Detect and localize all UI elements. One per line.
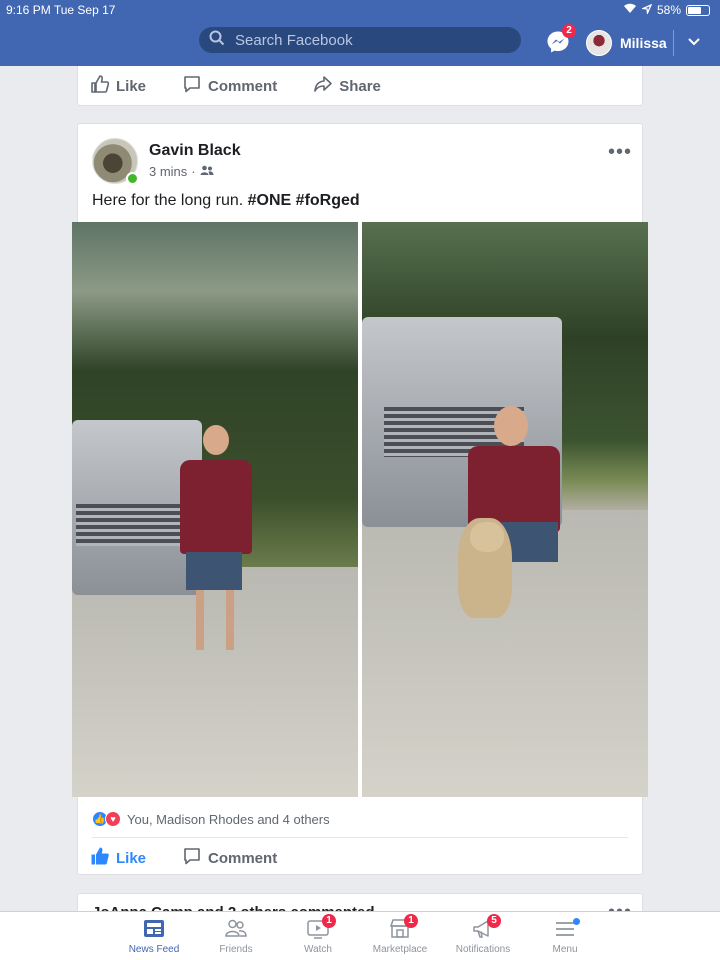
search-bar[interactable] [199, 27, 521, 53]
comment-button[interactable]: Comment [182, 846, 277, 870]
post-text-body: Here for the long run. [92, 192, 248, 209]
battery-percent: 58% [656, 3, 681, 17]
comment-label: Comment [208, 849, 278, 867]
like-icon [90, 74, 116, 98]
news-feed-icon [114, 916, 194, 942]
status-right: 58% [623, 3, 710, 17]
photo-right[interactable] [362, 222, 648, 797]
comment-button[interactable]: Comment [182, 74, 277, 98]
search-icon [209, 30, 225, 51]
comment-icon [182, 846, 208, 870]
hashtag-forged[interactable]: #foRged [296, 192, 360, 209]
profile-button[interactable]: Milissa [586, 30, 667, 56]
wifi-icon [623, 3, 637, 17]
comment-icon [182, 74, 208, 98]
post-text: Here for the long run. #ONE #foRged [92, 192, 360, 210]
prev-post-card: Like Comment Share [77, 66, 643, 106]
comment-label: Comment [208, 77, 278, 95]
chevron-down-icon[interactable] [686, 34, 702, 50]
like-label: Like [116, 849, 147, 867]
reactions-summary[interactable]: 👍 ♥ You, Madison Rhodes and 4 others [92, 811, 330, 827]
top-bar: 9:16 PM Tue Sep 17 58% 2 Milissa [0, 0, 720, 66]
like-button[interactable]: Like [90, 846, 146, 870]
tab-notifications-label: Notifications [455, 944, 511, 955]
megaphone-icon [443, 916, 523, 942]
messenger-icon [546, 31, 570, 58]
photo-grid [72, 222, 648, 797]
location-icon [640, 3, 653, 17]
tab-watch-label: Watch [304, 944, 332, 955]
bottom-nav: News Feed Friends 1 Watch 1 Marketplace … [0, 911, 720, 960]
meta-dot: · [191, 164, 196, 179]
marketplace-badge: 1 [404, 914, 418, 928]
friends-audience-icon [200, 164, 214, 179]
post-meta: 3 mins · [149, 164, 214, 179]
search-input[interactable] [235, 31, 505, 49]
marketplace-icon [360, 916, 440, 942]
watch-badge: 1 [322, 914, 336, 928]
post-card: Gavin Black 3 mins · ••• Here for the lo… [72, 123, 648, 878]
online-indicator [126, 172, 139, 185]
share-label: Share [339, 77, 381, 95]
header-divider [673, 30, 674, 56]
tab-news-feed-label: News Feed [128, 944, 180, 955]
status-bar: 9:16 PM Tue Sep 17 58% [0, 0, 720, 20]
author-name[interactable]: Gavin Black [149, 142, 241, 160]
tab-marketplace[interactable]: 1 Marketplace [360, 914, 440, 955]
tab-marketplace-label: Marketplace [372, 944, 428, 955]
hashtag-one[interactable]: #ONE [248, 192, 292, 209]
share-button[interactable]: Share [313, 74, 381, 98]
tab-friends[interactable]: Friends [196, 916, 276, 955]
notifications-badge: 5 [487, 914, 501, 928]
post-header: Gavin Black 3 mins · ••• [78, 124, 642, 190]
prev-post-actions: Like Comment Share [78, 66, 642, 106]
watch-icon [278, 916, 358, 942]
messenger-badge: 2 [562, 24, 576, 38]
love-reaction-icon: ♥ [105, 811, 121, 827]
menu-indicator-dot [573, 918, 580, 925]
more-options-icon[interactable]: ••• [608, 142, 632, 162]
share-icon [313, 74, 339, 98]
tab-menu[interactable]: Menu [525, 916, 605, 955]
post-actions: Like Comment [78, 838, 642, 878]
tab-news-feed[interactable]: News Feed [114, 916, 194, 955]
like-button[interactable]: Like [90, 74, 146, 98]
friends-icon [196, 916, 276, 942]
tab-menu-label: Menu [552, 944, 578, 955]
battery-icon [686, 4, 710, 16]
tab-watch[interactable]: 1 Watch [278, 914, 358, 955]
avatar [586, 30, 612, 56]
tab-notifications[interactable]: 5 Notifications [443, 914, 523, 955]
post-time[interactable]: 3 mins [149, 164, 187, 179]
messenger-button[interactable]: 2 [546, 24, 576, 54]
status-time: 9:16 PM Tue Sep 17 [6, 3, 116, 17]
hamburger-menu-icon [525, 916, 605, 942]
tab-friends-label: Friends [219, 944, 253, 955]
reactions-text: You, Madison Rhodes and 4 others [127, 811, 330, 827]
like-filled-icon [90, 846, 116, 870]
photo-left[interactable] [72, 222, 358, 797]
like-label: Like [116, 77, 147, 95]
profile-name: Milissa [620, 35, 667, 51]
